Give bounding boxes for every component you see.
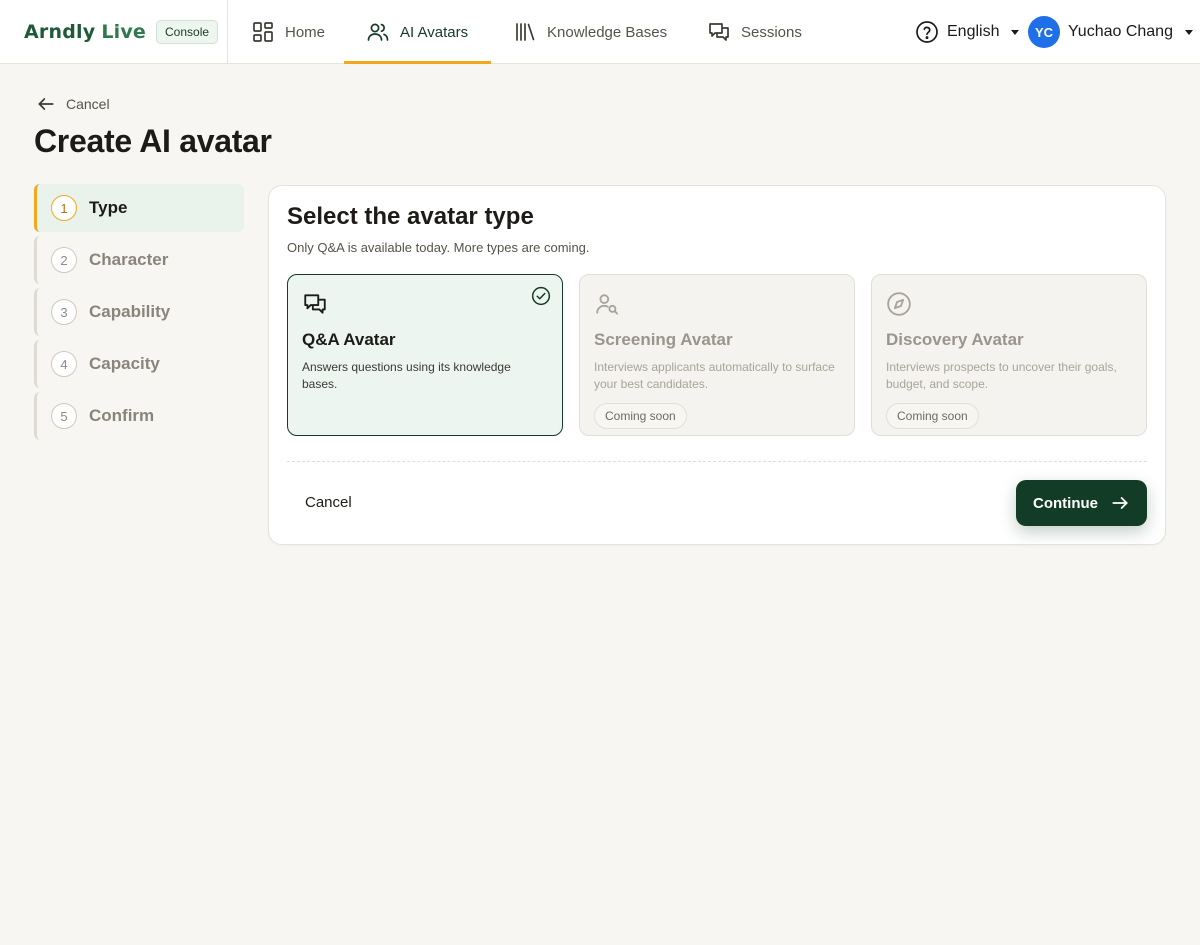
type-option-name: Q&A Avatar: [302, 330, 396, 349]
library-icon: [516, 23, 535, 41]
app-logo[interactable]: Arndly Live: [24, 21, 146, 43]
step-label: Type: [89, 198, 128, 217]
cancel-button[interactable]: Cancel: [287, 482, 370, 522]
type-option-name: Screening Avatar: [594, 330, 733, 349]
type-option-qa[interactable]: Q&A Avatar Answers questions using its k…: [287, 274, 563, 436]
continue-button-label: Continue: [1033, 494, 1098, 512]
avatar-type-card: Select the avatar type Only Q&A is avail…: [268, 185, 1166, 545]
card-divider: [287, 461, 1147, 462]
chat-bubbles-icon: [304, 294, 326, 314]
user-search-icon: [596, 294, 619, 315]
type-option-discovery: Discovery Avatar Interviews prospects to…: [871, 274, 1147, 436]
chevron-down-icon: [1011, 29, 1020, 35]
type-option-description: Interviews applicants automatically to s…: [594, 360, 835, 391]
avatar: YC: [1028, 16, 1060, 48]
console-badge: Console: [156, 20, 219, 44]
home-grid-icon: [253, 22, 273, 42]
step-number: 2: [51, 247, 77, 273]
type-option-description: Answers questions using its knowledge ba…: [302, 360, 511, 391]
card-subtitle: Only Q&A is available today. More types …: [287, 240, 590, 255]
type-option-name: Discovery Avatar: [886, 330, 1024, 349]
coming-soon-badge: Coming soon: [594, 403, 687, 429]
back-link-label: Cancel: [66, 96, 110, 112]
check-circle-icon: [531, 286, 551, 306]
nav-home[interactable]: Home: [251, 0, 325, 64]
continue-button[interactable]: Continue: [1016, 480, 1147, 526]
nav-knowledge-bases-label: Knowledge Bases: [547, 23, 668, 41]
chevron-down-icon: [1184, 29, 1193, 35]
step-label: Character: [89, 250, 169, 269]
help-circle-icon[interactable]: [915, 20, 939, 44]
step-capability[interactable]: 3 Capability: [34, 288, 244, 336]
type-option-description: Interviews prospects to uncover their go…: [886, 360, 1117, 391]
step-label: Capacity: [89, 354, 160, 373]
step-number: 4: [51, 351, 77, 377]
step-number: 1: [51, 195, 77, 221]
compass-icon: [887, 292, 911, 316]
active-tab-indicator: [344, 61, 491, 64]
language-selector[interactable]: English: [915, 20, 1020, 44]
nav-knowledge-bases[interactable]: Knowledge Bases: [513, 0, 667, 64]
step-confirm[interactable]: 5 Confirm: [34, 392, 244, 440]
nav-home-label: Home: [285, 23, 326, 41]
nav-sessions-label: Sessions: [741, 23, 802, 41]
step-type[interactable]: 1 Type: [34, 184, 244, 232]
user-menu[interactable]: YC Yuchao Chang: [1028, 16, 1193, 48]
nav-ai-avatars[interactable]: AI Avatars: [344, 0, 491, 64]
nav-ai-avatars-label: AI Avatars: [400, 23, 469, 41]
step-character[interactable]: 2 Character: [34, 236, 244, 284]
language-label: English: [947, 23, 1000, 40]
page-title: Create AI avatar: [34, 123, 272, 159]
nav-sessions[interactable]: Sessions: [707, 0, 802, 64]
stepper: 1 Type 2 Character 3 Capability 4 Capaci…: [34, 184, 244, 444]
coming-soon-badge: Coming soon: [886, 403, 979, 429]
logo-text-live: Live: [101, 21, 147, 43]
step-label: Confirm: [89, 406, 155, 425]
card-title: Select the avatar type: [287, 203, 534, 230]
type-option-screening: Screening Avatar Interviews applicants a…: [579, 274, 855, 436]
chat-bubbles-icon: [709, 23, 729, 41]
back-link[interactable]: Cancel: [36, 93, 110, 115]
step-capacity[interactable]: 4 Capacity: [34, 340, 244, 388]
users-icon: [367, 23, 389, 41]
user-name: Yuchao Chang: [1068, 23, 1173, 40]
step-label: Capability: [89, 302, 171, 321]
step-number: 5: [51, 403, 77, 429]
brand-divider: [227, 0, 228, 64]
logo-text-main: Arndly: [24, 21, 96, 43]
top-bar: Arndly Live Console Home AI Avatars Knowl…: [0, 0, 1200, 64]
step-number: 3: [51, 299, 77, 325]
arrow-right-icon: [1112, 497, 1128, 509]
brand: Arndly Live Console: [24, 17, 219, 47]
arrow-left-icon: [38, 98, 54, 110]
